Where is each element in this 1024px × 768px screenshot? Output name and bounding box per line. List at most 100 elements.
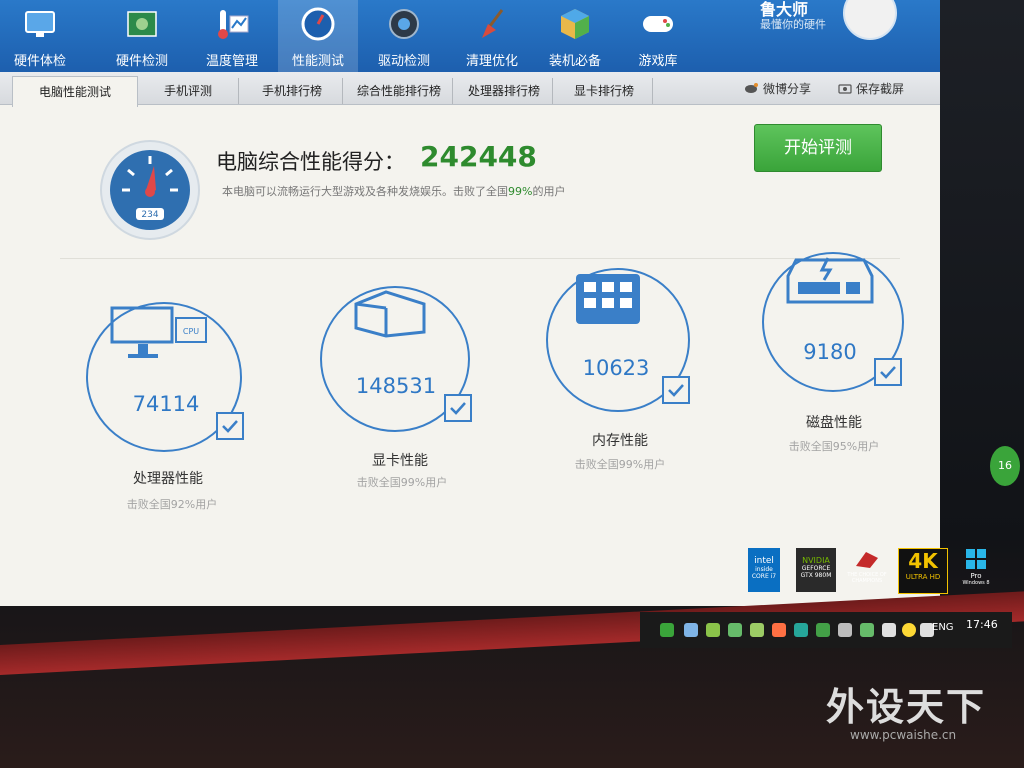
- tray-app-icon[interactable]: [772, 623, 786, 637]
- gauge-dial-icon: 234: [110, 150, 190, 230]
- cube-icon: [561, 9, 589, 39]
- score-desc-prefix: 本电脑可以流畅运行大型游戏及各种发烧娱乐。击败了全国: [222, 185, 508, 198]
- tray-users-icon[interactable]: [684, 623, 698, 637]
- brand-block: 鲁大师 最懂你的硬件: [755, 0, 940, 40]
- disk-rank-text: 击败全国95%用户: [788, 440, 880, 453]
- 4k-badge-text: 4K: [908, 549, 938, 573]
- app-window: 硬件体检 硬件检测 温度管理 性能测试 驱动检测 清理优化 装机必备 游戏库 鲁…: [0, 0, 940, 606]
- save-screenshot-button[interactable]: 保存截屏: [838, 80, 904, 97]
- tray-razer-icon[interactable]: [860, 623, 874, 637]
- gpu-rank-text: 击败全国99%用户: [356, 476, 448, 489]
- nav-item-hardware-check[interactable]: 硬件体检: [0, 0, 80, 72]
- taskbar-clock[interactable]: 17:46: [966, 618, 998, 631]
- nav-label: 性能测试: [291, 54, 344, 69]
- weibo-share-label: 微博分享: [763, 82, 812, 96]
- nav-item-hardware-detect[interactable]: 硬件检测: [102, 0, 182, 72]
- tray-security-icon[interactable]: [660, 623, 674, 637]
- gamepad-icon: [643, 16, 673, 32]
- score-desc-suffix: 的用户: [532, 185, 566, 198]
- tray-sync-icon[interactable]: [838, 623, 852, 637]
- memory-chip-icon: [576, 274, 640, 324]
- gpu-cube-icon: [354, 290, 426, 338]
- intel-badge-sub: inside CORE i7: [751, 566, 777, 580]
- nvidia-badge-text: NVIDIA: [802, 556, 830, 565]
- intel-badge: intel inside CORE i7: [748, 548, 780, 592]
- disk-check-icon: [874, 358, 902, 386]
- tab-overall-ranking[interactable]: 综合性能排行榜: [346, 78, 453, 104]
- nvidia-badge-sub: GEFORCE GTX 980M: [800, 565, 832, 579]
- section-divider: [60, 258, 900, 259]
- memory-check-icon: [662, 376, 690, 404]
- nav-item-essentials[interactable]: 装机必备: [535, 0, 615, 72]
- nav-label: 游戏库: [638, 54, 678, 69]
- watermark-url: www.pcwaishe.cn: [850, 728, 957, 742]
- windows-badge-sub: Windows 8: [962, 580, 990, 586]
- nav-label: 温度管理: [205, 54, 258, 69]
- 4k-badge: 4K ULTRA HD: [898, 548, 948, 594]
- top-nav-bar: 硬件体检 硬件检测 温度管理 性能测试 驱动检测 清理优化 装机必备 游戏库 鲁…: [0, 0, 940, 72]
- nav-item-cleanup[interactable]: 清理优化: [452, 0, 532, 72]
- nav-label: 清理优化: [465, 54, 518, 69]
- nvidia-badge: NVIDIA GEFORCE GTX 980M: [796, 548, 836, 592]
- rog-logo-icon: [856, 552, 878, 568]
- language-indicator[interactable]: ENG: [932, 622, 954, 633]
- save-screenshot-label: 保存截屏: [856, 82, 905, 96]
- tray-network-icon[interactable]: [794, 623, 808, 637]
- cpu-monitor-icon: CPU: [110, 306, 207, 358]
- gpu-label: 显卡性能: [372, 453, 428, 469]
- tab-pc-benchmark[interactable]: 电脑性能测试: [12, 76, 138, 107]
- circuit-board-icon: [127, 11, 157, 37]
- tray-chat-icon[interactable]: [750, 623, 764, 637]
- cpu-score: 74114: [132, 392, 200, 416]
- tab-gpu-ranking[interactable]: 显卡排行榜: [556, 78, 653, 104]
- monitor-bezel: 硬件体检 硬件检测 温度管理 性能测试 驱动检测 清理优化 装机必备 游戏库 鲁…: [0, 0, 1024, 768]
- memory-label: 内存性能: [592, 433, 648, 449]
- broom-icon: [482, 9, 504, 38]
- weibo-icon: [745, 83, 758, 93]
- tray-nvidia-icon[interactable]: [728, 623, 742, 637]
- weibo-share-button[interactable]: 微博分享: [745, 80, 811, 97]
- sub-tab-bar: 电脑性能测试 手机评测 手机排行榜 综合性能排行榜 处理器排行榜 显卡排行榜 微…: [0, 72, 940, 107]
- intel-badge-text: intel: [754, 556, 774, 566]
- start-benchmark-button[interactable]: 开始评测: [754, 124, 882, 172]
- memory-rank-text: 击败全国99%用户: [574, 458, 666, 471]
- windows-badge: Pro Windows 8: [956, 548, 996, 592]
- windows-taskbar: ENG 17:46: [640, 612, 1012, 648]
- tab-cpu-ranking[interactable]: 处理器排行榜: [456, 78, 553, 104]
- cpu-check-icon: [216, 412, 244, 440]
- hard-disk-icon: [786, 257, 874, 304]
- watermark-logo: 外设天下: [826, 685, 987, 729]
- tray-defender-icon[interactable]: [816, 623, 830, 637]
- score-desc-percent: 99%: [508, 185, 533, 198]
- svg-text:CPU: CPU: [183, 327, 199, 336]
- camera-icon: [838, 84, 852, 94]
- tray-shield-icon[interactable]: [706, 623, 720, 637]
- speedometer-icon: [301, 7, 335, 41]
- 4k-badge-sub: ULTRA HD: [905, 573, 941, 581]
- windows-logo-icon: [966, 549, 986, 569]
- avatar[interactable]: [843, 0, 897, 40]
- tab-phone-ranking[interactable]: 手机排行榜: [242, 78, 343, 104]
- gauge-text: 234: [141, 210, 158, 220]
- score-title: 电脑综合性能得分：: [216, 150, 405, 174]
- cpu-rank-text: 击败全国92%用户: [126, 498, 218, 511]
- tab-phone-review[interactable]: 手机评测: [138, 78, 239, 104]
- monitor-check-icon: [25, 11, 55, 37]
- tray-monitor-icon[interactable]: [882, 623, 896, 637]
- cpu-label: 处理器性能: [133, 471, 203, 487]
- nav-label: 驱动检测: [377, 54, 430, 69]
- floating-widget[interactable]: 16: [990, 446, 1020, 486]
- nav-label: 装机必备: [548, 54, 601, 69]
- disk-label: 磁盘性能: [806, 415, 862, 431]
- nav-item-temperature[interactable]: 温度管理: [192, 0, 272, 72]
- windows-badge-text: Pro: [970, 572, 982, 580]
- tray-plus-icon[interactable]: [902, 623, 916, 637]
- rog-badge: THE CHOICE OF CHAMPIONS: [846, 548, 888, 592]
- overall-score: 242448: [420, 140, 537, 173]
- rog-badge-text: THE CHOICE OF CHAMPIONS: [847, 572, 887, 584]
- brand-slogan: 最懂你的硬件: [760, 18, 826, 31]
- nav-item-performance[interactable]: 性能测试: [278, 0, 358, 72]
- nav-item-driver[interactable]: 驱动检测: [364, 0, 444, 72]
- nav-item-games[interactable]: 游戏库: [618, 0, 698, 72]
- score-description: 本电脑可以流畅运行大型游戏及各种发烧娱乐。击败了全国99%的用户: [222, 183, 565, 199]
